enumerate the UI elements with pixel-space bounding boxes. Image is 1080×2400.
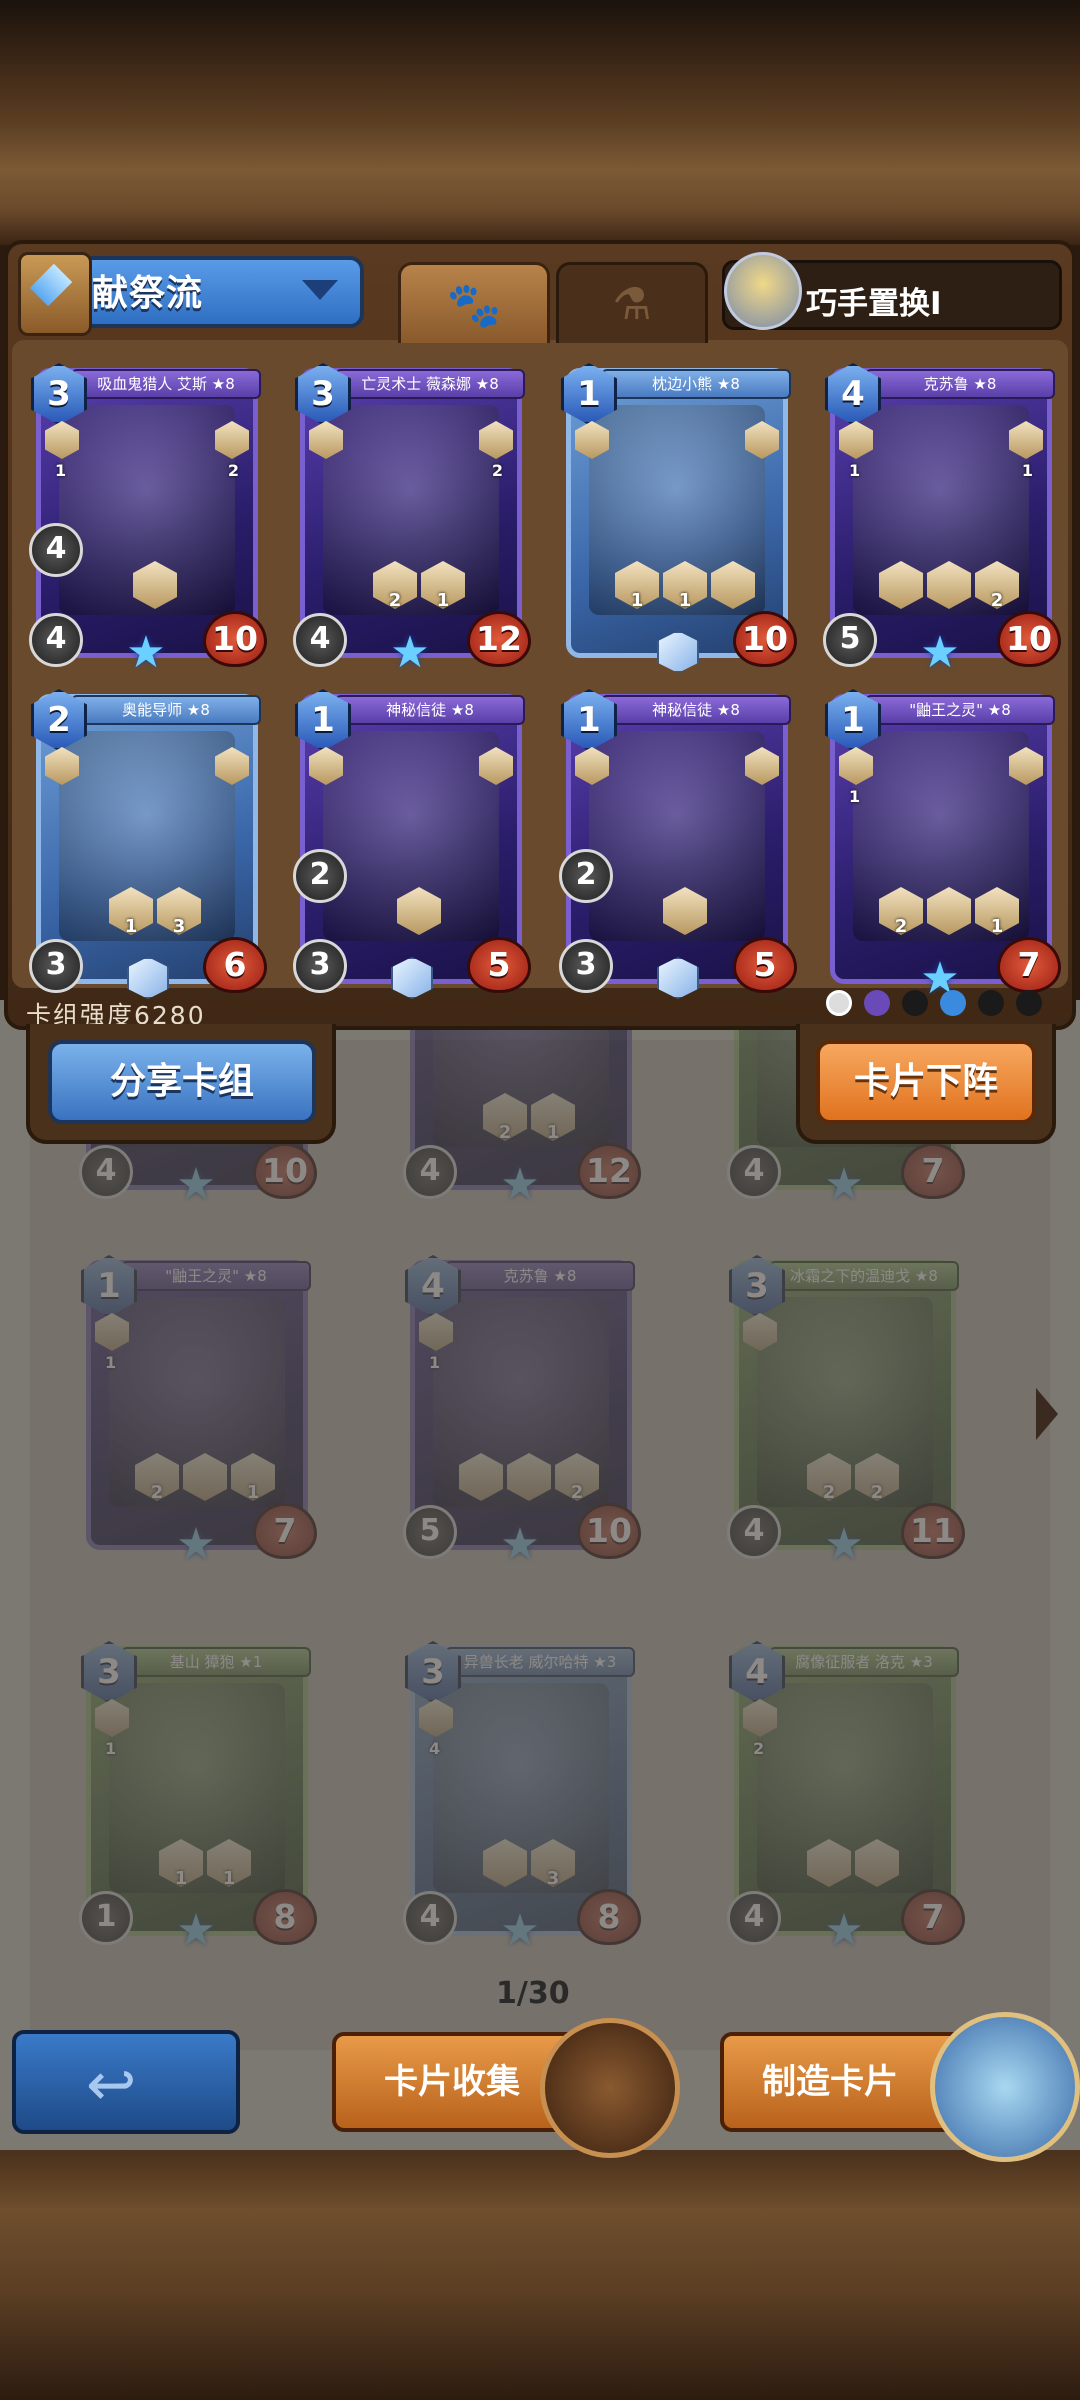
card-collection-icon[interactable] [540, 2018, 680, 2158]
keyword-value: 3 [172, 916, 186, 937]
card-name: 奥能导师 ★8 [71, 695, 261, 725]
keyword-icon: 2 [373, 561, 417, 609]
keyword-row: 21 [339, 561, 499, 609]
faction-beast-icon[interactable] [902, 990, 928, 1016]
faction-all-icon[interactable] [826, 990, 852, 1016]
card-name: "鼬王之灵" ★8 [865, 695, 1055, 725]
next-page-arrow-icon[interactable] [1036, 1388, 1058, 1440]
faction-fire-icon[interactable] [1016, 990, 1042, 1016]
keyword-row: 13 [75, 887, 235, 935]
share-deck-button[interactable]: 分享卡组 [48, 1040, 316, 1124]
keyword-value: 1 [990, 916, 1004, 937]
card-name: 枕边小熊 ★8 [601, 369, 791, 399]
faction-arcane-icon[interactable] [864, 990, 890, 1016]
card-name: 克苏鲁 ★8 [865, 369, 1055, 399]
card[interactable]: 神秘信徒 ★8 1 2 3 5 [293, 689, 531, 999]
keyword-icon [879, 561, 923, 609]
keyword-value: 2 [388, 590, 402, 611]
card-name: 吸血鬼猎人 艾斯 ★8 [71, 369, 261, 399]
rarity-star-icon: ★ [920, 627, 960, 678]
keyword-value: 1 [436, 590, 450, 611]
card-health: 12 [467, 611, 531, 667]
left-skill-value: 1 [849, 461, 861, 480]
keyword-row: 2 [869, 561, 1029, 609]
keyword-value: 1 [124, 916, 138, 937]
card-attack: 3 [559, 939, 613, 993]
back-arrow-icon: ↩ [86, 2050, 137, 2120]
keyword-row: 21 [869, 887, 1029, 935]
card-attack: 4 [29, 613, 83, 667]
keyword-row [339, 887, 499, 935]
keyword-icon: 3 [157, 887, 201, 935]
keyword-value: 2 [894, 916, 908, 937]
card-name: 神秘信徒 ★8 [601, 695, 791, 725]
remove-card-button[interactable]: 卡片下阵 [816, 1040, 1036, 1124]
skill-avatar [724, 252, 802, 330]
rarity-star-icon: ★ [390, 627, 430, 678]
deck-name: 献祭流 [92, 273, 204, 314]
keyword-row: 11 [605, 561, 765, 609]
keyword-icon: 1 [615, 561, 659, 609]
potion-icon: ⚗ [612, 279, 652, 330]
card-attack: 5 [823, 613, 877, 667]
keyword-icon [711, 561, 755, 609]
page-indicator: 1/30 [496, 1976, 570, 2011]
rarity-star-icon: ★ [126, 627, 166, 678]
keyword-value: 1 [678, 590, 692, 611]
card-attack: 4 [293, 613, 347, 667]
card[interactable]: 奥能导师 ★8 2 1 3 3 6 [29, 689, 267, 999]
top-wood-frame [0, 0, 1080, 245]
card[interactable]: 神秘信徒 ★8 1 2 3 5 [559, 689, 797, 999]
card[interactable]: 克苏鲁 ★8 4 1 1 2 5 10 ★ [823, 363, 1061, 677]
card[interactable]: 枕边小熊 ★8 1 1 1 10 [561, 363, 797, 673]
keyword-row [605, 887, 765, 935]
card-name: 神秘信徒 ★8 [335, 695, 525, 725]
card-attack: 3 [293, 939, 347, 993]
keyword-value: 2 [990, 590, 1004, 611]
left-skill-value: 1 [849, 787, 861, 806]
card-health: 5 [733, 937, 797, 993]
card-health: 5 [467, 937, 531, 993]
faction-nature-icon[interactable] [978, 990, 1004, 1016]
card-health: 7 [997, 937, 1061, 993]
keyword-icon [133, 561, 177, 609]
keyword-icon: 1 [975, 887, 1019, 935]
card-health: 10 [203, 611, 267, 667]
card-health: 10 [997, 611, 1061, 667]
card-health: 10 [733, 611, 797, 667]
card-attack: 3 [29, 939, 83, 993]
keyword-icon [927, 887, 971, 935]
keyword-icon: 1 [663, 561, 707, 609]
paw-icon: 🐾 [446, 280, 502, 331]
right-skill-value: 2 [227, 461, 239, 480]
card[interactable]: "鼬王之灵" ★8 1 1 2 1 7 ★ [825, 689, 1061, 1003]
keyword-icon: 2 [879, 887, 923, 935]
card[interactable]: 吸血鬼猎人 艾斯 ★8 3 1 2 4 4 10 ★ [29, 363, 267, 677]
card[interactable]: 亡灵术士 薇森娜 ★8 3 2 2 1 4 12 ★ [293, 363, 531, 677]
keyword-value: 1 [630, 590, 644, 611]
tab-potions[interactable]: ⚗ [556, 262, 708, 343]
tab-cards[interactable]: 🐾 [398, 262, 550, 343]
keyword-row [75, 561, 235, 609]
right-skill-value: 1 [1021, 461, 1033, 480]
keyword-icon [663, 887, 707, 935]
faction-water-icon[interactable] [940, 990, 966, 1016]
keyword-icon: 1 [109, 887, 153, 935]
right-skill-value: 2 [491, 461, 503, 480]
craft-paw-icon[interactable] [930, 2012, 1080, 2162]
keyword-icon [927, 561, 971, 609]
card-name: 亡灵术士 薇森娜 ★8 [335, 369, 525, 399]
bottom-wood-frame [0, 2150, 1080, 2400]
keyword-icon: 1 [421, 561, 465, 609]
faction-filter [826, 990, 1042, 1016]
skill-name: 巧手置换I [806, 286, 942, 322]
left-skill-value: 1 [55, 461, 67, 480]
card-health: 6 [203, 937, 267, 993]
keyword-icon: 2 [975, 561, 1019, 609]
chevron-down-icon[interactable] [302, 280, 338, 300]
keyword-icon [397, 887, 441, 935]
